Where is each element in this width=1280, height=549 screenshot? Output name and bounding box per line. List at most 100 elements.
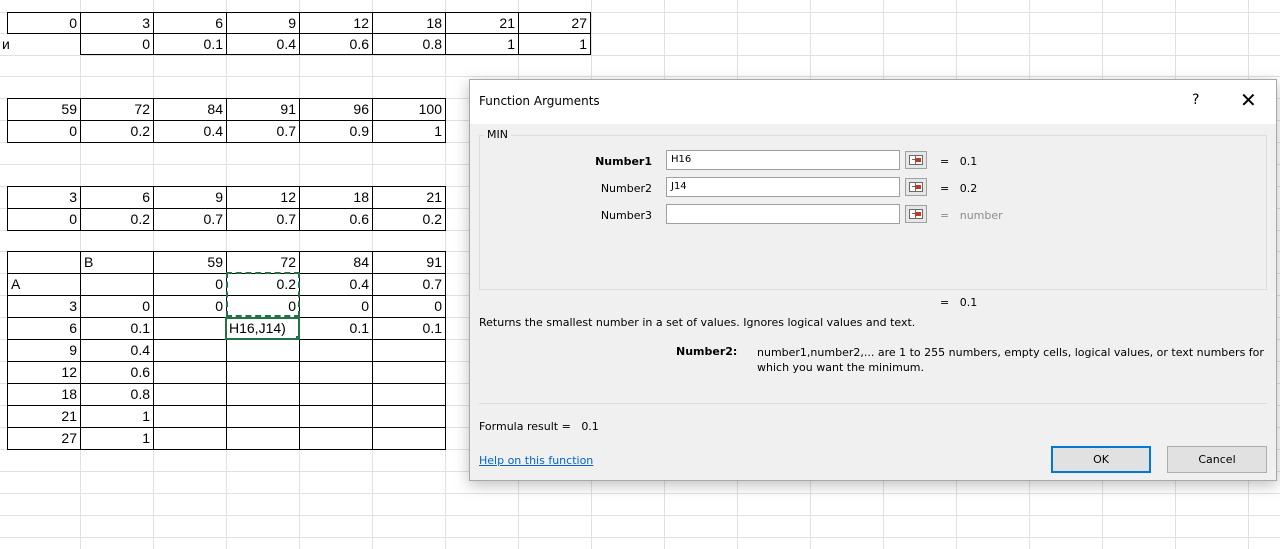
cell-header-b[interactable]: B	[80, 251, 154, 274]
cell[interactable]	[226, 405, 300, 428]
cell[interactable]: 0.1	[80, 317, 154, 340]
cell[interactable]: 0	[226, 295, 300, 318]
cell[interactable]: 9	[7, 339, 81, 362]
cell[interactable]: 1	[80, 427, 154, 450]
cell[interactable]: 0.1	[153, 33, 227, 55]
cell[interactable]	[372, 361, 446, 384]
cell[interactable]: 72	[226, 251, 300, 274]
ok-button[interactable]: OK	[1051, 446, 1151, 473]
cell[interactable]: 0.6	[299, 208, 373, 231]
cell[interactable]	[226, 427, 300, 450]
cell[interactable]: 0	[80, 295, 154, 318]
active-cell-editing[interactable]: H16,J14)	[225, 317, 300, 340]
collapse-dialog-button-3[interactable]	[905, 205, 927, 223]
cell[interactable]: 9	[153, 186, 227, 209]
cell[interactable]: 21	[7, 405, 81, 428]
cell[interactable]: 0.6	[80, 361, 154, 384]
cell[interactable]: 59	[153, 251, 227, 274]
cell[interactable]: 0.9	[299, 120, 373, 143]
cell[interactable]: 0.7	[226, 208, 300, 231]
cell[interactable]: 0.6	[299, 33, 373, 55]
cell[interactable]: 6	[153, 12, 227, 34]
cell[interactable]	[7, 251, 81, 274]
cell[interactable]: 0.4	[299, 273, 373, 296]
number2-input[interactable]: J14	[666, 177, 900, 197]
cell[interactable]: 3	[80, 12, 154, 34]
cell[interactable]: 0.2	[80, 208, 154, 231]
cell[interactable]: 59	[7, 98, 81, 121]
cell[interactable]: 6	[80, 186, 154, 209]
cell[interactable]: 0	[153, 273, 227, 296]
collapse-dialog-button-2[interactable]	[905, 178, 927, 196]
cell[interactable]: 27	[7, 427, 81, 450]
dialog-titlebar[interactable]: Function Arguments ? ✕	[470, 80, 1276, 124]
cell[interactable]: 1	[372, 120, 446, 143]
cell[interactable]: 18	[7, 383, 81, 406]
cell[interactable]: 0.7	[153, 208, 227, 231]
cell[interactable]: 0.7	[226, 120, 300, 143]
cell[interactable]	[153, 427, 227, 450]
close-icon[interactable]: ✕	[1240, 88, 1257, 112]
cell[interactable]: 96	[299, 98, 373, 121]
cell[interactable]	[299, 405, 373, 428]
cell[interactable]	[372, 339, 446, 362]
cell[interactable]	[372, 383, 446, 406]
cell[interactable]: 0.4	[153, 120, 227, 143]
cell[interactable]: 0.8	[372, 33, 446, 55]
cell[interactable]: 0	[299, 295, 373, 318]
cell[interactable]	[299, 427, 373, 450]
cell[interactable]: 6	[7, 317, 81, 340]
cell[interactable]: 0.2	[80, 120, 154, 143]
cell[interactable]: 1	[80, 405, 154, 428]
cell[interactable]	[153, 405, 227, 428]
cell[interactable]	[226, 361, 300, 384]
cell[interactable]	[372, 427, 446, 450]
cell[interactable]: 0.2	[226, 273, 300, 296]
cell[interactable]: 84	[153, 98, 227, 121]
cell[interactable]	[153, 361, 227, 384]
cell[interactable]: 21	[445, 12, 519, 34]
cell-row-a[interactable]: A	[7, 273, 81, 296]
cell[interactable]: 0.2	[372, 208, 446, 231]
cell[interactable]: 72	[80, 98, 154, 121]
cell[interactable]: 0	[7, 120, 81, 143]
cell[interactable]: 9	[226, 12, 300, 34]
cell[interactable]: 18	[372, 12, 446, 34]
number3-input[interactable]	[666, 204, 900, 224]
cell[interactable]: 91	[372, 251, 446, 274]
cell[interactable]: 0.4	[80, 339, 154, 362]
cell[interactable]: 3	[7, 186, 81, 209]
help-icon[interactable]: ?	[1192, 92, 1199, 108]
cell[interactable]: 0	[80, 33, 154, 55]
help-on-this-function-link[interactable]: Help on this function	[479, 454, 593, 467]
cell[interactable]	[80, 273, 154, 296]
number1-input[interactable]: H16	[666, 150, 900, 170]
cell[interactable]: 1	[445, 33, 519, 55]
cell[interactable]	[372, 405, 446, 428]
cell[interactable]: 0.7	[372, 273, 446, 296]
cell[interactable]: 0.4	[226, 33, 300, 55]
fill-handle[interactable]	[295, 335, 298, 338]
cell[interactable]: 12	[7, 361, 81, 384]
cell[interactable]: 0	[7, 208, 81, 231]
cell[interactable]: 0	[153, 295, 227, 318]
cell[interactable]	[153, 317, 227, 340]
collapse-dialog-button-1[interactable]	[905, 151, 927, 169]
cell[interactable]	[226, 339, 300, 362]
cell[interactable]: 18	[299, 186, 373, 209]
cell[interactable]: 27	[518, 12, 591, 34]
cell[interactable]: 84	[299, 251, 373, 274]
cell[interactable]	[299, 383, 373, 406]
cell[interactable]	[226, 383, 300, 406]
cancel-button[interactable]: Cancel	[1167, 446, 1267, 473]
cell[interactable]: 1	[518, 33, 591, 55]
cell[interactable]: 21	[372, 186, 446, 209]
cell[interactable]	[299, 339, 373, 362]
cell[interactable]	[153, 383, 227, 406]
cell[interactable]: 12	[299, 12, 373, 34]
cell[interactable]: 0.8	[80, 383, 154, 406]
cell[interactable]	[153, 339, 227, 362]
cell[interactable]: 0.1	[299, 317, 373, 340]
cell[interactable]: 0	[372, 295, 446, 318]
cell[interactable]	[299, 361, 373, 384]
